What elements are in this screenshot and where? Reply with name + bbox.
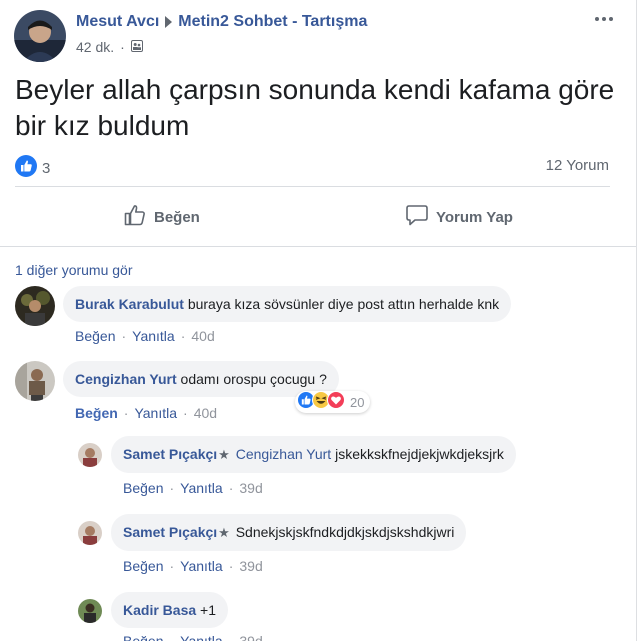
commenter-name[interactable]: Burak Karabulut: [75, 296, 184, 312]
comment-text: odamı orospu çocugu ?: [180, 371, 327, 387]
comment-like-link[interactable]: Beğen: [75, 405, 118, 421]
post-text: Beyler allah çarpsın sonunda kendi kafam…: [15, 74, 615, 141]
comment-time[interactable]: 40d: [191, 328, 214, 344]
star-icon: ★: [218, 525, 230, 540]
reply-text: +1: [200, 602, 217, 618]
reply-like-link[interactable]: Beğen: [123, 633, 163, 641]
comment-button[interactable]: Yorum Yap: [405, 196, 513, 238]
separator: ·: [121, 328, 127, 344]
reply-bubble: Samet Pıçakçı★ Sdnekjskjskfndkdjdkjskdjs…: [111, 514, 467, 551]
comment-text: buraya kıza sövsünler diye post attın he…: [187, 296, 500, 312]
more-options-icon[interactable]: [590, 12, 618, 26]
like-button[interactable]: Beğen: [123, 196, 200, 238]
post-card: Mesut Avcı Metin2 Sohbet - Tartışma 42 d…: [0, 0, 637, 641]
reply-actions: Beğen · Yanıtla · 39d: [123, 633, 263, 641]
comment-bubble-icon: [405, 203, 429, 231]
replier-name[interactable]: Kadir Basa: [123, 602, 196, 618]
replier-name[interactable]: Samet Pıçakçı: [123, 446, 217, 462]
reply-like-link[interactable]: Beğen: [123, 480, 163, 496]
separator: ·: [183, 405, 188, 421]
reaction-summary[interactable]: 3: [15, 155, 50, 182]
post-meta: 42 dk. ·: [76, 39, 143, 55]
group-audience-icon[interactable]: [130, 39, 143, 55]
comment-actions: Beğen · Yanıtla · 40d: [75, 328, 215, 344]
like-reaction-icon: [15, 155, 37, 182]
reply-reply-link[interactable]: Yanıtla: [180, 633, 223, 641]
group-name[interactable]: Metin2 Sohbet - Tartışma: [178, 13, 367, 31]
separator: ·: [123, 405, 129, 421]
reply-reply-link[interactable]: Yanıtla: [180, 558, 223, 574]
comment-bubble: Burak Karabulut buraya kıza sövsünler di…: [63, 286, 512, 322]
separator: ·: [169, 633, 175, 641]
replier-avatar[interactable]: [78, 521, 102, 545]
reply-bubble: Kadir Basa +1: [111, 592, 229, 628]
view-more-comments-link[interactable]: 1 diğer yorumu gör: [15, 262, 133, 278]
reply-like-link[interactable]: Beğen: [123, 558, 163, 574]
separator: ·: [228, 480, 234, 496]
author-name[interactable]: Mesut Avcı: [76, 13, 159, 31]
post-time[interactable]: 42 dk.: [76, 39, 114, 55]
commenter-avatar[interactable]: [15, 361, 55, 401]
divider: [15, 186, 610, 187]
separator: ·: [169, 480, 175, 496]
separator: ·: [169, 558, 175, 574]
comment-reactions[interactable]: 20: [295, 390, 371, 414]
comment-reply-link[interactable]: Yanıtla: [132, 328, 175, 344]
separator: ·: [228, 558, 234, 574]
reply-bubble: Samet Pıçakçı★ Cengizhan Yurt jskekkskfn…: [111, 436, 516, 473]
comment-count[interactable]: 12 Yorum: [546, 157, 609, 174]
comment-time[interactable]: 40d: [194, 405, 217, 421]
replier-avatar[interactable]: [78, 443, 102, 467]
meta-separator: ·: [120, 39, 125, 55]
replier-avatar[interactable]: [78, 599, 102, 623]
comment-actions: Beğen · Yanıtla · 40d: [75, 405, 217, 421]
post-header: Mesut Avcı Metin2 Sohbet - Tartışma: [76, 13, 367, 31]
like-count: 3: [42, 160, 51, 177]
mentioned-user[interactable]: Cengizhan Yurt: [236, 446, 331, 462]
reply-reply-link[interactable]: Yanıtla: [180, 480, 223, 496]
arrow-right-icon: [165, 16, 173, 28]
author-avatar[interactable]: [14, 10, 66, 62]
reaction-count: 20: [350, 394, 365, 410]
thumbs-up-icon: [123, 203, 147, 231]
comment-button-label: Yorum Yap: [436, 208, 513, 226]
reply-text: jskekkskfnejdjekjwkdjeksjrk: [335, 446, 504, 462]
reply-text: Sdnekjskjskfndkdjdkjskdjskshdkjwri: [235, 524, 455, 540]
reply-time[interactable]: 39d: [239, 558, 262, 574]
comment-reply-link[interactable]: Yanıtla: [134, 405, 177, 421]
reply-time[interactable]: 39d: [239, 633, 262, 641]
love-reaction-icon: [327, 390, 345, 414]
commenter-avatar[interactable]: [15, 286, 55, 326]
reply-time[interactable]: 39d: [239, 480, 262, 496]
reply-actions: Beğen · Yanıtla · 39d: [123, 558, 263, 574]
comment-like-link[interactable]: Beğen: [75, 328, 115, 344]
commenter-name[interactable]: Cengizhan Yurt: [75, 371, 177, 387]
separator: ·: [228, 633, 234, 641]
star-icon: ★: [218, 447, 230, 462]
separator: ·: [180, 328, 186, 344]
replier-name[interactable]: Samet Pıçakçı: [123, 524, 217, 540]
reply-actions: Beğen · Yanıtla · 39d: [123, 480, 263, 496]
like-button-label: Beğen: [154, 208, 200, 226]
